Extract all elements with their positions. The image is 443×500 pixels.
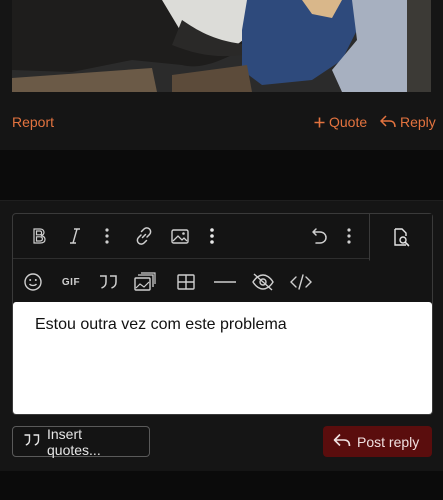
code-icon[interactable] (285, 260, 317, 304)
message-content: Estou outra vez com este problema (35, 316, 287, 333)
reply-icon (333, 433, 351, 451)
table-icon[interactable] (170, 260, 202, 304)
undo-icon[interactable] (302, 214, 334, 258)
horizontal-rule-icon[interactable] (209, 260, 241, 304)
post-reply-label: Post reply (357, 433, 420, 450)
more-text-icon[interactable] (91, 214, 123, 258)
image-icon[interactable] (164, 214, 196, 258)
quote-link[interactable]: Quote (314, 114, 367, 130)
reply-link[interactable]: Reply (380, 114, 436, 130)
editor-toolbar-row-2: GIF (13, 260, 432, 304)
smile-icon[interactable] (17, 260, 49, 304)
italic-icon[interactable] (59, 214, 91, 258)
gif-label: GIF (61, 276, 81, 288)
quick-reply-block: GIF Estou outra vez com este problema In… (0, 200, 443, 471)
spacer (0, 150, 443, 200)
editor-toolbar-row-1 (13, 214, 432, 261)
quote-label: Quote (329, 114, 368, 130)
post-actions: Report Quote Reply (0, 100, 443, 144)
report-link[interactable]: Report (12, 114, 54, 130)
reply-label: Reply (400, 114, 436, 130)
insert-quotes-label: Insert quotes... (47, 425, 101, 458)
message-textarea[interactable]: Estou outra vez com este problema (13, 302, 432, 414)
more-options-icon[interactable] (333, 214, 365, 258)
post-image[interactable] (12, 0, 431, 92)
preview-icon[interactable] (369, 214, 432, 261)
bold-icon[interactable] (23, 214, 55, 258)
post-reply-button[interactable]: Post reply (323, 426, 432, 457)
post-card: Report Quote Reply (0, 0, 443, 150)
spoiler-icon[interactable] (247, 260, 279, 304)
insert-quotes-button[interactable]: Insert quotes... (12, 425, 150, 458)
rich-text-editor: GIF Estou outra vez com este problema (12, 213, 433, 415)
quote-icon (23, 433, 41, 450)
report-label: Report (12, 114, 55, 130)
gif-icon[interactable]: GIF (55, 260, 87, 304)
plus-icon (314, 117, 325, 128)
reply-icon (380, 115, 396, 129)
more-insert-icon[interactable] (196, 214, 228, 258)
media-icon[interactable] (129, 260, 161, 304)
link-icon[interactable] (128, 214, 160, 258)
quote-icon[interactable] (93, 260, 125, 304)
